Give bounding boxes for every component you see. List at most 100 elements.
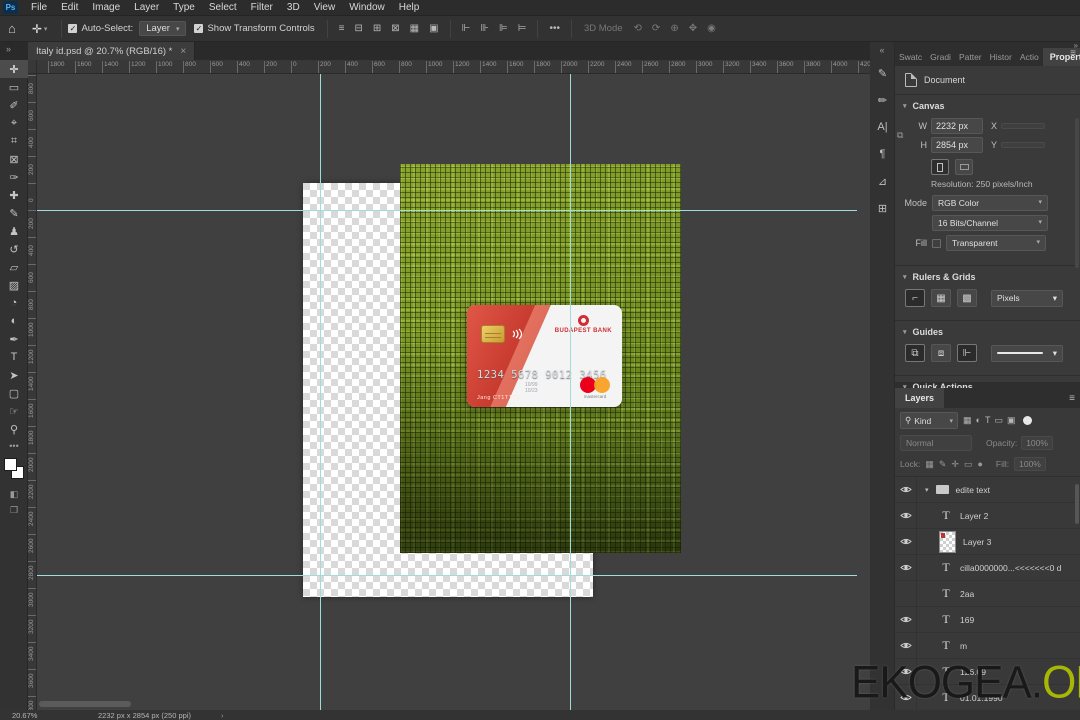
tab-close-icon[interactable]: × [180, 46, 186, 57]
fill-dropdown[interactable]: Transparent ▾ [946, 235, 1046, 251]
align-icon-1[interactable]: ⊟ [350, 23, 368, 34]
foreground-background-swatches[interactable] [0, 456, 28, 486]
move-tool[interactable]: ✛ [0, 60, 28, 78]
link-dimensions-icon[interactable]: ⧉ [897, 130, 903, 141]
lock-icon-2[interactable]: ✛ [951, 459, 959, 470]
layer-row[interactable]: T 2aa [895, 580, 1080, 607]
brushes-panel-icon[interactable]: ✎ [870, 61, 895, 85]
menu-edit[interactable]: Edit [54, 1, 85, 14]
layer-row[interactable]: T 169 [895, 606, 1080, 633]
eraser-tool[interactable]: ▱ [0, 258, 28, 276]
horizontal-guide[interactable] [37, 210, 857, 211]
units-dropdown[interactable]: Pixels ▾ [991, 289, 1063, 307]
layer-name[interactable]: m [960, 641, 967, 651]
libraries-panel-icon[interactable]: ⊞ [870, 196, 895, 220]
layer-name[interactable]: 2aa [960, 589, 974, 599]
expand-panels-chevron-icon[interactable]: « [870, 42, 894, 61]
foreground-color-swatch[interactable] [4, 458, 17, 471]
layer-name[interactable]: edite text [956, 485, 991, 495]
zoom-tool[interactable]: ⚲ [0, 420, 28, 438]
healing-brush-tool[interactable]: ✚ [0, 186, 28, 204]
auto-select-checkbox[interactable]: ✓ [68, 24, 78, 33]
vertical-guide[interactable] [320, 74, 321, 710]
tab-layers[interactable]: Layers [895, 388, 945, 408]
lock-icon-1[interactable]: ✎ [939, 459, 947, 470]
canvas-section-header[interactable]: ▾ Canvas [895, 95, 1080, 115]
gradient-tool[interactable]: ▨ [0, 276, 28, 294]
hand-tool[interactable]: ☞ [0, 402, 28, 420]
align-icon-5[interactable]: ▣ [424, 23, 443, 34]
glyphs-panel-icon[interactable]: ⊿ [870, 169, 895, 193]
guides-section-header[interactable]: ▾ Guides [895, 321, 1080, 341]
align-icon-0[interactable]: ≡ [334, 23, 350, 34]
eyedropper-tool[interactable]: ✑ [0, 168, 28, 186]
layer-filter-icon-4[interactable]: ▣ [1005, 415, 1018, 426]
visibility-toggle[interactable] [895, 528, 917, 555]
kind-filter-dropdown[interactable]: ⚲ Kind ▾ [900, 412, 958, 429]
toggle-snap-button[interactable]: ▩ [957, 289, 977, 307]
portrait-orientation-button[interactable] [931, 159, 949, 175]
menu-filter[interactable]: Filter [244, 1, 280, 14]
marquee-tool[interactable]: ▭ [0, 78, 28, 96]
clone-stamp-tool[interactable]: ♟ [0, 222, 28, 240]
lock-icon-0[interactable]: ▦ [925, 459, 934, 470]
tab-gradi[interactable]: Gradi [926, 48, 955, 66]
distribute-icon-2[interactable]: ⊫ [494, 23, 513, 34]
frame-tool[interactable]: ⊠ [0, 150, 28, 168]
guide-style-dropdown[interactable]: ▾ [991, 344, 1063, 362]
layer-filter-icon-0[interactable]: ▦ [961, 415, 974, 426]
document-tab[interactable]: Italy id.psd @ 20.7% (RGB/16) * × [28, 42, 196, 60]
visibility-toggle[interactable] [895, 632, 917, 659]
tab-patter[interactable]: Patter [955, 48, 986, 66]
toggle-guides-button[interactable]: ⧉ [905, 344, 925, 362]
move-tool-preset-icon[interactable]: ✛ [26, 22, 44, 36]
3d-mode-icon-3[interactable]: ✥ [684, 23, 702, 34]
menu-image[interactable]: Image [85, 1, 127, 14]
horizontal-ruler[interactable]: 1800 1600 1400 1200 1000 800 600 400 200 0 200 400 6… [37, 60, 870, 74]
layer-row[interactable]: Tcilla0000000...<<<<<<<0 d [895, 554, 1080, 581]
photoshop-logo-icon[interactable]: Ps [3, 1, 18, 14]
pasteboard[interactable]: BUDAPEST BANK 1234 5678 9012 3456 10/99 1… [37, 74, 870, 710]
distribute-icon-3[interactable]: ⊨ [513, 23, 532, 34]
menu-select[interactable]: Select [202, 1, 244, 14]
dodge-tool[interactable]: ◐ [0, 312, 28, 330]
3d-mode-icon-2[interactable]: ⊕ [665, 23, 683, 34]
visibility-toggle[interactable] [895, 476, 917, 503]
rulers-grids-section-header[interactable]: ▾ Rulers & Grids [895, 266, 1080, 286]
tab-actio[interactable]: Actio [1016, 48, 1043, 66]
layer-thumbnail[interactable] [939, 530, 956, 553]
menu-help[interactable]: Help [392, 1, 427, 14]
3d-mode-icon-0[interactable]: ⟲ [629, 23, 647, 34]
layer-filter-icon-3[interactable]: ▭ [992, 415, 1005, 426]
distribute-icon-1[interactable]: ⊪ [475, 23, 494, 34]
character-panel-icon[interactable]: A| [870, 115, 895, 139]
history-brush-tool[interactable]: ↺ [0, 240, 28, 258]
tab-overflow-chevron-icon[interactable]: » [6, 44, 11, 54]
layer-filter-icon-1[interactable]: ◐ [974, 415, 983, 426]
layers-menu-icon[interactable]: ≡ [1069, 393, 1075, 404]
collapse-panels-chevron-icon[interactable]: » [1074, 41, 1078, 50]
layer-row[interactable]: Tm [895, 632, 1080, 659]
crop-tool[interactable]: ⌗ [0, 132, 28, 150]
width-field[interactable]: 2232 px [931, 118, 983, 134]
tab-swatc[interactable]: Swatc [895, 48, 926, 66]
layer-filter-icon-2[interactable]: T [983, 415, 993, 426]
align-icon-2[interactable]: ⊞ [368, 23, 386, 34]
quick-mask-button[interactable]: ◧ [0, 486, 28, 502]
layer-row[interactable]: ▾ edite text [895, 476, 1080, 503]
3d-mode-icon-4[interactable]: ◉ [702, 23, 721, 34]
align-icon-3[interactable]: ⊠ [386, 23, 404, 34]
layers-scrollbar[interactable] [1075, 484, 1079, 524]
lock-icon-4[interactable]: ● [977, 459, 982, 470]
zoom-level-field[interactable]: 20.67% [12, 711, 52, 720]
clear-guides-button[interactable]: ⧈ [931, 344, 951, 362]
visibility-toggle[interactable] [895, 554, 917, 581]
home-icon[interactable]: ⌂ [0, 21, 26, 36]
screen-mode-button[interactable]: ❐ [0, 502, 28, 518]
brush-settings-panel-icon[interactable]: ✏ [870, 88, 895, 112]
menu-type[interactable]: Type [166, 1, 202, 14]
menu-file[interactable]: File [24, 1, 54, 14]
visibility-toggle[interactable] [895, 502, 917, 529]
blend-mode-dropdown[interactable]: Normal [900, 435, 972, 451]
object-selection-tool[interactable]: ⌖ [0, 114, 28, 132]
